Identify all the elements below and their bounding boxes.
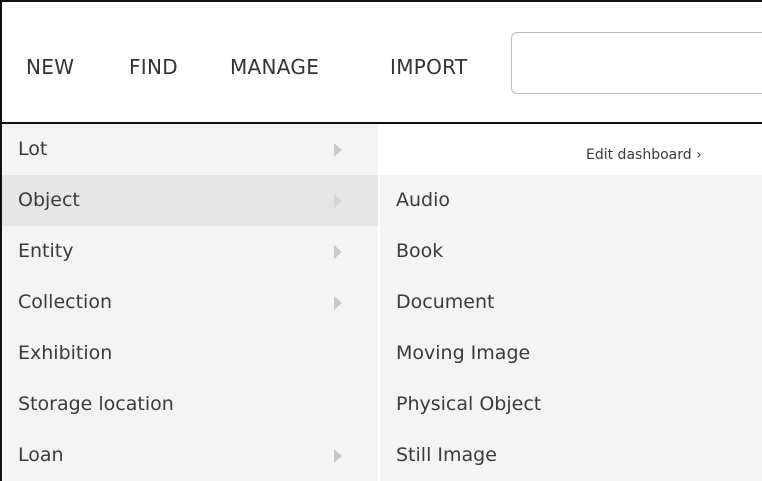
submenu-item-still-image[interactable]: Still Image [380,430,762,481]
menu-item-label: Storage location [18,393,174,415]
menu-item-lot[interactable]: Lot [2,124,378,175]
submenu-item-audio[interactable]: Audio [380,175,762,226]
submenu-item-document[interactable]: Document [380,277,762,328]
submenu-item-moving-image[interactable]: Moving Image [380,328,762,379]
object-submenu: Audio Book Document Moving Image Physica… [380,175,762,481]
menu-item-entity[interactable]: Entity [2,226,378,277]
new-dropdown-menu: Lot Object Entity Collection Exhibition … [2,124,378,481]
nav-new[interactable]: NEW [26,47,74,87]
menu-item-label: Collection [18,291,112,313]
chevron-right-icon [334,143,342,157]
chevron-right-icon [334,245,342,259]
nav-find[interactable]: FIND [129,47,178,87]
chevron-right-icon [334,296,342,310]
menu-item-storage-location[interactable]: Storage location [2,379,378,430]
menu-item-label: Object [18,189,80,211]
chevron-right-icon [334,194,342,208]
menu-item-label: Exhibition [18,342,113,364]
menu-item-loan[interactable]: Loan [2,430,378,481]
menu-item-exhibition[interactable]: Exhibition [2,328,378,379]
chevron-right-icon [334,449,342,463]
menu-item-label: Entity [18,240,74,262]
menu-item-object[interactable]: Object [2,175,378,226]
menu-item-collection[interactable]: Collection [2,277,378,328]
submenu-item-physical-object[interactable]: Physical Object [380,379,762,430]
nav-import[interactable]: IMPORT [390,47,467,87]
menu-item-label: Lot [18,138,48,160]
menu-item-label: Loan [18,444,64,466]
nav-manage[interactable]: MANAGE [230,47,319,87]
edit-dashboard-link[interactable]: Edit dashboard › [586,147,702,163]
search-input[interactable] [511,32,762,94]
submenu-item-book[interactable]: Book [380,226,762,277]
